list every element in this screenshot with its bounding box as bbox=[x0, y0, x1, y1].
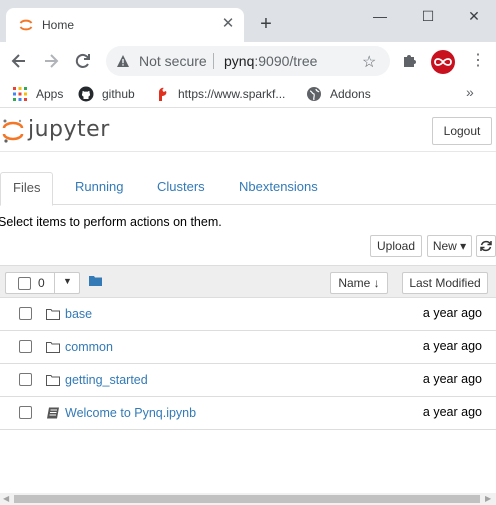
tab-nbextensions[interactable]: Nbextensions bbox=[227, 172, 330, 205]
browser-menu-icon[interactable]: ⋮ bbox=[470, 50, 486, 72]
select-all-checkbox[interactable] bbox=[18, 277, 31, 290]
select-divider bbox=[54, 273, 55, 293]
window-maximize-button[interactable]: ☐ bbox=[416, 6, 440, 26]
tab-close-icon[interactable]: ✕ bbox=[220, 16, 236, 32]
bookmarks-overflow-icon[interactable]: » bbox=[466, 84, 474, 100]
url-path: :9090/tree bbox=[254, 53, 318, 69]
file-row-common[interactable]: common a year ago bbox=[0, 331, 496, 364]
sparkfun-icon bbox=[159, 87, 167, 101]
file-modified-text: a year ago bbox=[422, 306, 482, 320]
file-name-link[interactable]: Welcome to Pynq.ipynb bbox=[65, 406, 196, 420]
warning-icon bbox=[117, 55, 129, 67]
browser-toolbar: Not secure pynq:9090/tree ☆ bbox=[0, 42, 496, 80]
github-icon bbox=[78, 86, 94, 102]
back-arrow-icon[interactable] bbox=[9, 51, 29, 71]
file-name-link[interactable]: base bbox=[65, 307, 92, 321]
infinity-logo-icon bbox=[434, 58, 452, 66]
file-modified-text: a year ago bbox=[422, 372, 482, 386]
caret-down-icon[interactable]: ▼ bbox=[63, 276, 72, 286]
address-bar[interactable]: Not secure pynq:9090/tree ☆ bbox=[106, 46, 390, 76]
bookmark-apps[interactable]: Apps bbox=[12, 84, 68, 104]
scrollbar-thumb[interactable] bbox=[14, 495, 480, 503]
globe-icon bbox=[307, 87, 321, 101]
refresh-icon bbox=[480, 240, 492, 252]
selected-count: 0 bbox=[38, 276, 45, 290]
sort-by-name-button[interactable]: Name ↓ bbox=[330, 272, 388, 294]
profile-avatar[interactable] bbox=[431, 50, 455, 74]
refresh-list-button[interactable] bbox=[476, 235, 496, 257]
bookmark-label: Addons bbox=[330, 87, 371, 101]
bookmark-sparkfun[interactable]: https://www.sparkf... bbox=[154, 84, 290, 104]
row-checkbox[interactable] bbox=[19, 406, 32, 419]
tab-running[interactable]: Running bbox=[63, 172, 135, 205]
row-checkbox[interactable] bbox=[19, 307, 32, 320]
selection-hint-text: Select items to perform actions on them. bbox=[0, 215, 222, 229]
address-separator bbox=[213, 53, 214, 69]
select-all-dropdown[interactable]: 0 ▼ bbox=[5, 272, 80, 294]
file-modified-text: a year ago bbox=[422, 339, 482, 353]
apps-grid-icon bbox=[13, 87, 27, 101]
file-row-getting-started[interactable]: getting_started a year ago bbox=[0, 364, 496, 397]
jupyter-logo-icon[interactable] bbox=[2, 118, 24, 144]
reload-icon[interactable] bbox=[73, 51, 93, 71]
sort-by-last-modified-button[interactable]: Last Modified bbox=[402, 272, 488, 294]
scroll-left-arrow-icon[interactable]: ◀ bbox=[3, 494, 9, 503]
jupyter-tabs: Files Running Clusters Nbextensions bbox=[0, 172, 496, 206]
file-name-link[interactable]: common bbox=[65, 340, 113, 354]
browser-tab-home[interactable]: Home ✕ bbox=[6, 8, 244, 42]
bookmark-label: github bbox=[102, 87, 135, 101]
notebook-icon bbox=[47, 407, 59, 419]
bookmark-label: https://www.sparkf... bbox=[178, 87, 286, 101]
security-status-label[interactable]: Not secure bbox=[139, 53, 207, 69]
file-row-welcome-notebook[interactable]: Welcome to Pynq.ipynb a year ago bbox=[0, 397, 496, 430]
folder-icon bbox=[46, 342, 60, 353]
bookmark-star-icon[interactable]: ☆ bbox=[362, 52, 376, 72]
window-close-button[interactable]: ✕ bbox=[462, 6, 486, 26]
browser-titlebar: Home ✕ + — ☐ ✕ bbox=[0, 0, 496, 42]
scroll-right-arrow-icon[interactable]: ▶ bbox=[485, 494, 491, 503]
bookmark-addons[interactable]: Addons bbox=[306, 84, 376, 104]
jupyter-logo-text[interactable]: jupyter bbox=[28, 117, 110, 142]
horizontal-scrollbar[interactable]: ◀ ▶ bbox=[0, 493, 496, 505]
file-name-link[interactable]: getting_started bbox=[65, 373, 148, 387]
logout-button[interactable]: Logout bbox=[432, 117, 492, 145]
upload-button[interactable]: Upload bbox=[370, 235, 422, 257]
row-checkbox[interactable] bbox=[19, 340, 32, 353]
url-host: pynq bbox=[224, 53, 255, 69]
file-row-base[interactable]: base a year ago bbox=[0, 298, 496, 331]
forward-arrow-icon[interactable] bbox=[41, 51, 61, 71]
bookmark-label: Apps bbox=[36, 87, 64, 101]
folder-icon bbox=[46, 309, 60, 320]
browser-tab-title: Home bbox=[42, 18, 75, 32]
row-checkbox[interactable] bbox=[19, 373, 32, 386]
tab-files[interactable]: Files bbox=[0, 172, 54, 206]
jupyter-header: jupyter Logout bbox=[0, 108, 496, 152]
folder-icon bbox=[46, 375, 60, 386]
file-list-header: 0 ▼ Name ↓ Last Modified bbox=[0, 265, 496, 298]
file-modified-text: a year ago bbox=[422, 405, 482, 419]
extensions-puzzle-icon[interactable] bbox=[402, 52, 418, 68]
folder-filled-icon[interactable] bbox=[89, 275, 102, 286]
new-dropdown-button[interactable]: New ▾ bbox=[427, 235, 472, 257]
jupyter-favicon-icon bbox=[19, 19, 33, 31]
url-text[interactable]: pynq:9090/tree bbox=[224, 53, 317, 69]
new-tab-button[interactable]: + bbox=[256, 14, 276, 34]
window-minimize-button[interactable]: — bbox=[368, 6, 392, 26]
bookmarks-bar: Apps github https://www.sparkf... Addons bbox=[0, 80, 496, 108]
tab-clusters[interactable]: Clusters bbox=[145, 172, 217, 205]
bookmark-github[interactable]: github bbox=[78, 84, 142, 104]
